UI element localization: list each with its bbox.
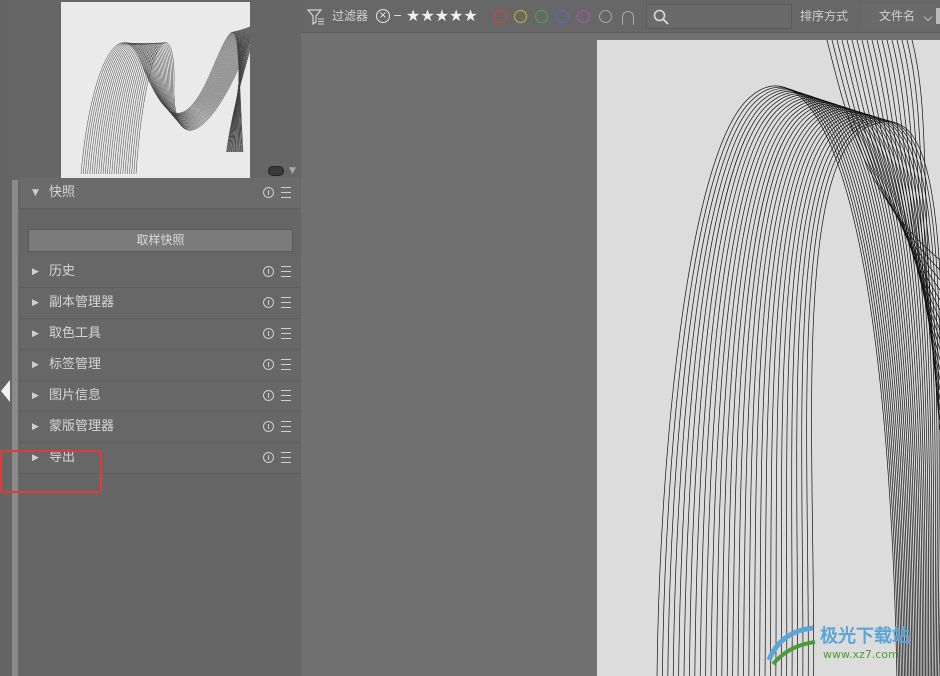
info-icon[interactable] [263,421,274,432]
search-input[interactable] [646,4,792,29]
hamburger-menu-icon[interactable] [281,266,291,277]
wave-line-artwork [656,40,940,676]
panel-collapsed-arrow-icon[interactable]: ▶ [32,328,39,340]
color-label-purple-icon[interactable] [577,10,590,23]
watermark-text: 极光下载站 [820,626,910,647]
color-label-blue-icon[interactable] [556,10,569,23]
panel-title-image-information: 图片信息 [49,388,102,403]
rating-stars[interactable]: ★★★★★ [406,6,478,26]
panel-header-duplicate-manager[interactable]: ▶ 副本管理器 [20,288,300,319]
color-label-red-icon[interactable] [494,10,507,23]
panel-collapsed-arrow-icon[interactable]: ▶ [32,359,39,371]
watermark: 极光下载站 www.xz7.com [763,620,933,668]
info-icon[interactable] [263,297,274,308]
rating-reject-icon[interactable]: − [393,9,402,23]
rating-clear-icon[interactable]: × [376,9,390,23]
color-label-yellow-icon[interactable] [514,10,527,23]
snapshot-panel-body: 取样快照 [20,209,300,257]
hamburger-menu-icon[interactable] [281,421,291,432]
panel-stack: ▼ 快照 取样快照 ▶ 历史 ▶ 副本管理器 ▶ 取色工具 ▶ 标签管理 ▶ 图… [20,178,300,474]
color-operator-icon[interactable] [622,11,634,25]
panel-title-history: 历史 [49,264,76,279]
panel-header-color-picker[interactable]: ▶ 取色工具 [20,319,300,350]
color-label-green-icon[interactable] [535,10,548,23]
panel-title-tagging: 标签管理 [49,357,102,372]
info-icon[interactable] [263,359,274,370]
info-icon[interactable] [263,187,274,198]
take-snapshot-button[interactable]: 取样快照 [28,229,293,252]
filter-label[interactable]: 过滤器 [332,8,368,24]
navigator-thumbnail[interactable] [61,2,250,178]
view-mode-icon[interactable] [268,166,284,176]
panel-header-image-information[interactable]: ▶ 图片信息 [20,381,300,412]
hamburger-menu-icon[interactable] [281,297,291,308]
sidebar-edge [0,0,12,676]
panel-title-mask-manager: 蒙版管理器 [49,419,115,434]
filter-toolbar: 过滤器 × − ★★★★★ 排序方式 文件名 [301,0,940,33]
filter-funnel-icon[interactable] [307,8,325,26]
panel-title-snapshot: 快照 [49,185,76,200]
panel-header-mask-manager[interactable]: ▶ 蒙版管理器 [20,412,300,443]
sort-label: 排序方式 [800,9,849,23]
left-sidebar: ▼ ▼ 快照 取样快照 ▶ 历史 ▶ 副本管理器 ▶ 取色工具 ▶ 标签管理 ▶… [0,0,301,676]
sort-direction-icon[interactable] [936,8,940,24]
panel-title-duplicate-manager: 副本管理器 [49,295,115,310]
hamburger-menu-icon[interactable] [281,328,291,339]
view-mode-chevron-icon[interactable]: ▼ [289,166,296,176]
hamburger-menu-icon[interactable] [281,452,291,463]
panel-header-tagging[interactable]: ▶ 标签管理 [20,350,300,381]
color-label-none-icon[interactable] [599,10,612,23]
sort-value: 文件名 [879,9,916,23]
watermark-url: www.xz7.com [823,648,899,661]
hamburger-menu-icon[interactable] [281,390,291,401]
panel-collapsed-arrow-icon[interactable]: ▶ [32,421,39,433]
panel-expanded-arrow-icon[interactable]: ▼ [32,187,39,199]
chevron-down-icon [923,12,933,22]
sort-dropdown[interactable]: 文件名 [861,4,937,29]
panel-collapsed-arrow-icon[interactable]: ▶ [32,297,39,309]
thumbnail-wave-image [80,26,250,175]
info-icon[interactable] [263,390,274,401]
search-icon [653,9,669,25]
panel-collapsed-arrow-icon[interactable]: ▶ [32,390,39,402]
hamburger-menu-icon[interactable] [281,359,291,370]
info-icon[interactable] [263,266,274,277]
panel-title-color-picker: 取色工具 [49,326,102,341]
info-icon[interactable] [263,452,274,463]
export-highlight-annotation [0,450,102,493]
sidebar-scrollbar[interactable] [12,180,18,676]
panel-header-history[interactable]: ▶ 历史 [20,257,300,288]
main-image [597,40,940,676]
watermark-logo-icon [766,625,816,666]
image-viewer[interactable] [301,33,940,676]
collapse-panel-arrow-icon[interactable] [1,380,10,402]
panel-collapsed-arrow-icon[interactable]: ▶ [32,266,39,278]
panel-header-snapshot[interactable]: ▼ 快照 [20,178,300,209]
info-icon[interactable] [263,328,274,339]
hamburger-menu-icon[interactable] [281,187,291,198]
